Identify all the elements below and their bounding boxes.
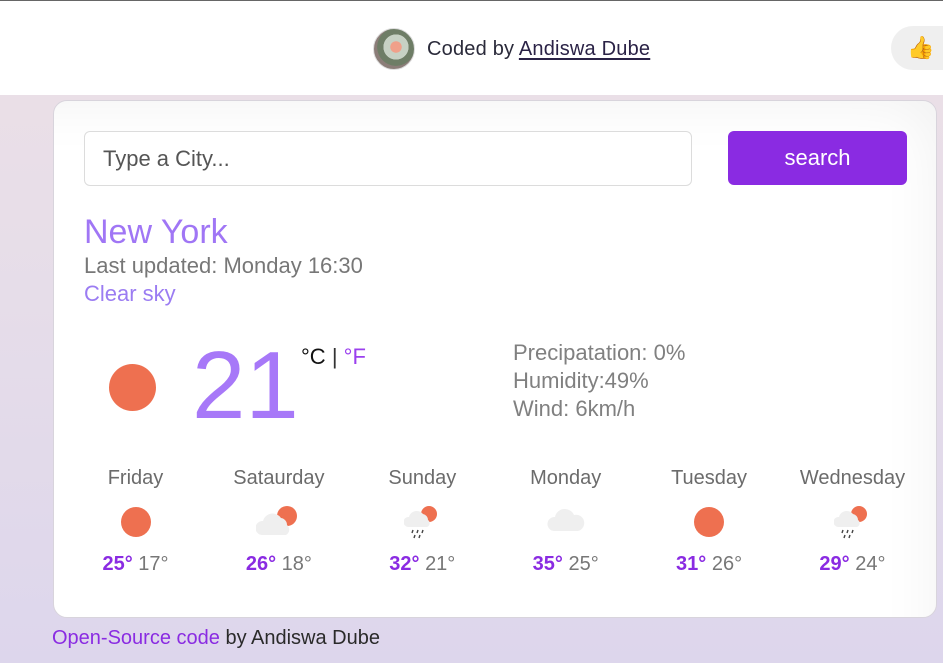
forecast-max: 32° [389, 553, 420, 575]
forecast-day: Wednesday 29° 24° [781, 467, 924, 576]
forecast-min: 21° [425, 553, 456, 575]
forecast-min: 18° [281, 553, 312, 575]
credit-prefix: Coded by [427, 37, 515, 60]
forecast-day-name: Monday [530, 467, 602, 489]
thumbs-up-icon: 👍 [907, 35, 935, 60]
fahrenheit-link[interactable]: °F [344, 344, 366, 369]
forecast-temps: 29° 24° [781, 553, 924, 576]
forecast-day: Tuesday 31° 26° [638, 467, 781, 576]
forecast-day-name: Tuesday [671, 467, 748, 489]
forecast-max: 35° [532, 553, 563, 575]
city-search-input[interactable] [84, 131, 692, 186]
last-updated: Last updated: Monday 16:30 [84, 253, 363, 278]
forecast-day: Sataurday 26° 18° [207, 467, 350, 576]
open-source-link[interactable]: Open-Source code [52, 627, 220, 649]
weather-details: Precipatation: 0% Humidity:49% Wind: 6km… [513, 339, 685, 423]
rain-cloud-sun-icon [351, 495, 494, 553]
rain-cloud-sun-icon [781, 495, 924, 553]
credit: Coded by Andiswa Dube [373, 28, 650, 70]
footer: Open-Source code by Andiswa Dube [52, 627, 380, 650]
forecast-max: 31° [676, 553, 707, 575]
forecast-max: 25° [102, 553, 133, 575]
forecast-day: Monday 35° 25° [494, 467, 637, 576]
forecast-min: 26° [711, 553, 743, 575]
forecast-temps: 25° 17° [64, 553, 207, 576]
sun-icon [638, 495, 781, 553]
forecast-temps: 26° 18° [207, 553, 350, 576]
forecast-temps: 35° 25° [494, 553, 637, 576]
unit-toggle: °C | °F [301, 344, 366, 370]
footer-suffix: by Andiswa Dube [219, 627, 380, 649]
forecast-min: 24° [855, 553, 886, 575]
forecast-day: Sunday 32° 21° [351, 467, 494, 576]
forecast-temps: 32° 21° [351, 553, 494, 576]
forecast-min: 25° [568, 553, 599, 575]
avatar [373, 28, 415, 70]
like-button[interactable]: 👍 [891, 26, 943, 70]
weather-card: search New York Last updated: Monday 16:… [53, 100, 937, 618]
cloud-sun-icon [207, 495, 350, 553]
forecast-max: 26° [245, 553, 277, 575]
search-button[interactable]: search [728, 131, 907, 185]
top-banner: Coded by Andiswa Dube 👍 [0, 0, 943, 95]
sun-icon [109, 364, 156, 411]
current-temperature: 21 [192, 332, 299, 439]
forecast-max: 29° [819, 553, 850, 575]
weather-condition: Clear sky [84, 281, 176, 306]
forecast: Friday 25° 17° Sataurday 26° 18° Sunday 32° 2… [64, 467, 924, 576]
forecast-min: 17° [138, 553, 169, 575]
forecast-day-name: Sunday [388, 467, 457, 489]
forecast-day-name: Sataurday [233, 467, 325, 489]
forecast-day-name: Wednesday [799, 467, 906, 489]
unit-separator: | [331, 344, 338, 369]
forecast-day: Friday 25° 17° [64, 467, 207, 576]
wind: Wind: 6km/h [513, 396, 636, 421]
city-name: New York [84, 213, 228, 251]
precipitation: Precipatation: 0% [513, 340, 686, 365]
humidity: Humidity:49% [513, 368, 649, 393]
author-link[interactable]: Andiswa Dube [519, 38, 650, 60]
forecast-temps: 31° 26° [638, 553, 781, 576]
celsius-unit[interactable]: °C [301, 344, 326, 369]
cloud-icon [494, 495, 637, 553]
sun-icon [64, 495, 207, 553]
forecast-day-name: Friday [107, 467, 164, 489]
